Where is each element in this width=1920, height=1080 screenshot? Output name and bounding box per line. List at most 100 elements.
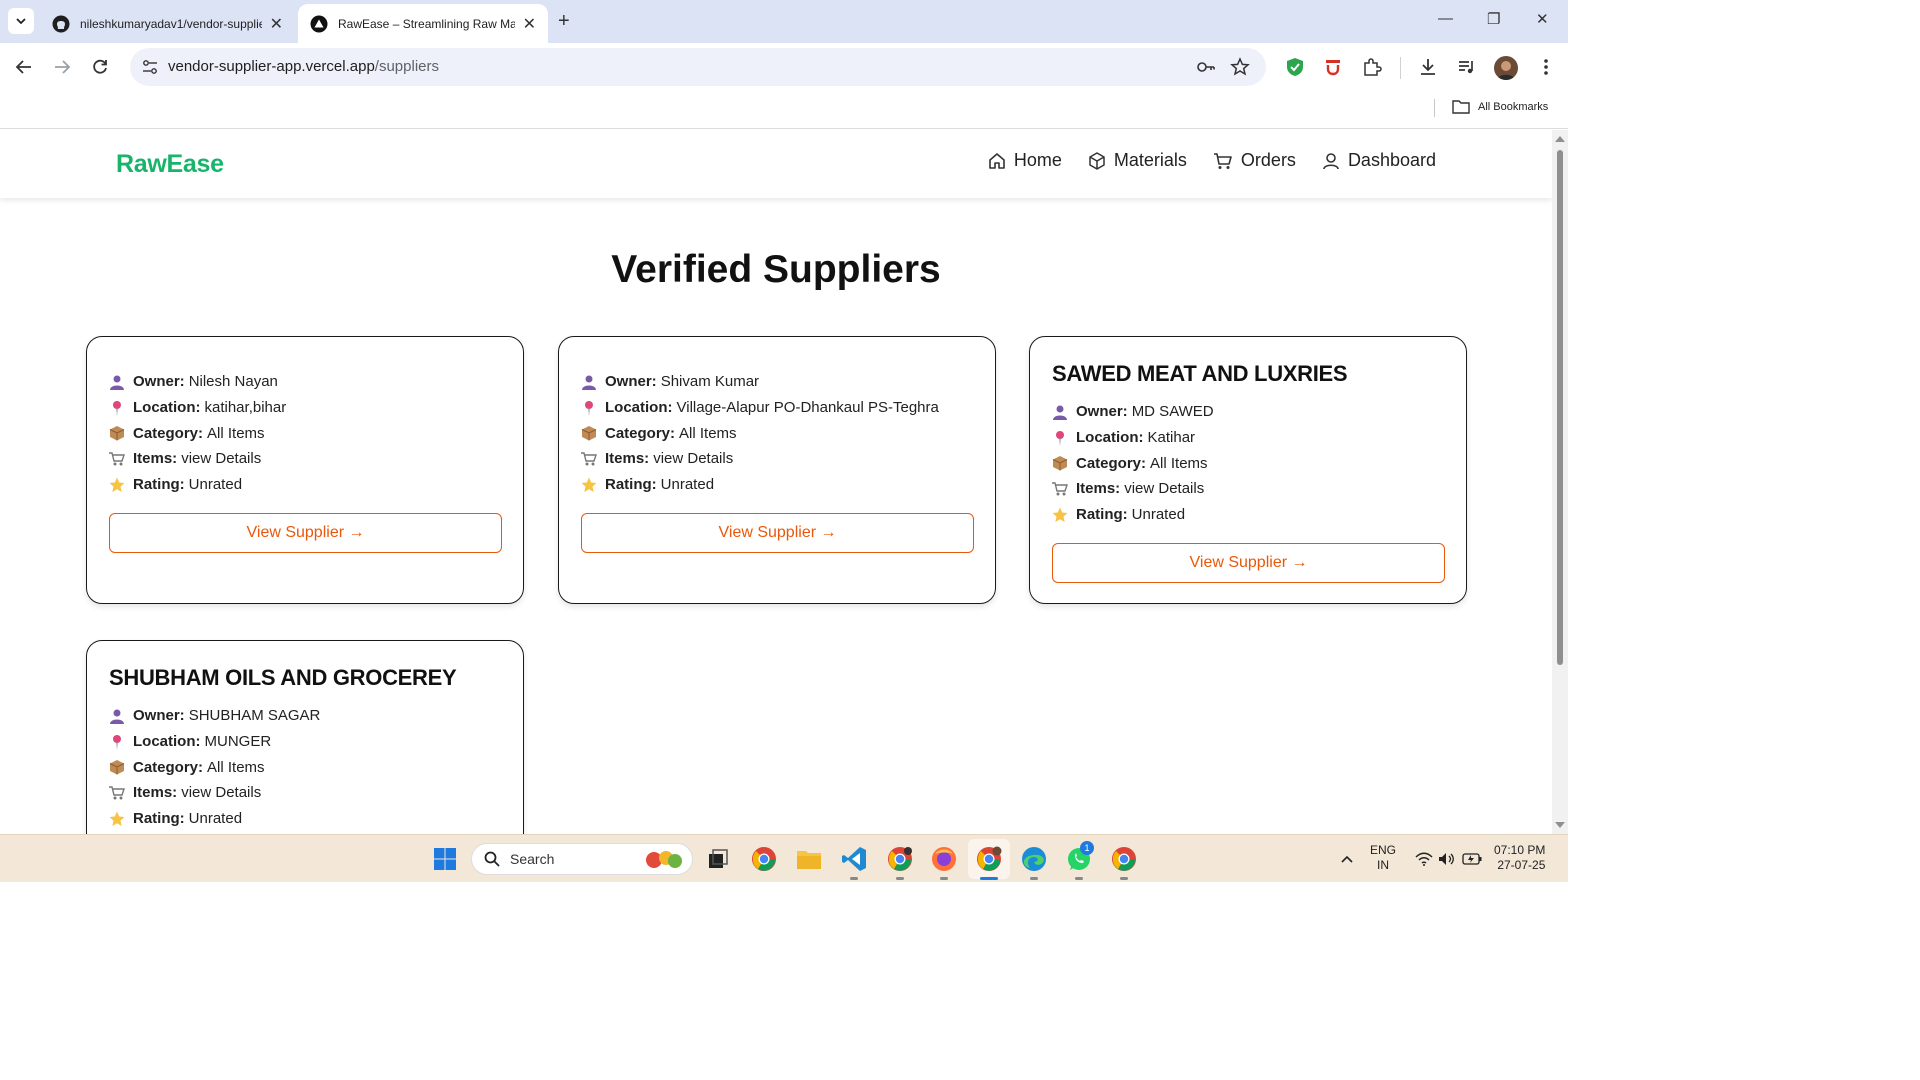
window-close-icon[interactable]: ✕ xyxy=(1536,10,1549,28)
file-explorer-icon[interactable] xyxy=(795,845,823,873)
taskbar-search[interactable]: Search xyxy=(471,843,693,875)
rating-star-icon xyxy=(109,477,125,493)
rating-label: Rating: xyxy=(1076,506,1128,524)
site-settings-icon[interactable] xyxy=(140,57,160,77)
running-indicator xyxy=(896,877,904,880)
user-icon xyxy=(1323,152,1339,169)
category-row: Category: All Items xyxy=(109,420,286,446)
page-scrollbar[interactable] xyxy=(1552,130,1568,834)
vscode-icon[interactable] xyxy=(840,845,868,873)
rating-row: Rating: Unrated xyxy=(1052,502,1214,528)
nav-materials[interactable]: Materials xyxy=(1088,150,1187,171)
key-icon[interactable] xyxy=(1196,57,1216,77)
tab-search-button[interactable] xyxy=(8,8,34,34)
pin-icon xyxy=(109,400,125,416)
category-row: Category: All Items xyxy=(109,754,320,780)
running-indicator xyxy=(1030,877,1038,880)
language-indicator[interactable]: ENG IN xyxy=(1370,843,1396,873)
running-indicator xyxy=(940,877,948,880)
trolley-icon xyxy=(581,451,597,467)
close-icon[interactable]: ✕ xyxy=(523,14,536,34)
volume-icon[interactable] xyxy=(1433,845,1461,873)
location-label: Location: xyxy=(133,733,201,751)
view-supplier-button[interactable]: View Supplier → xyxy=(109,513,502,553)
owner-value: SHUBHAM SAGAR xyxy=(188,707,321,725)
supplier-name: SAWED MEAT AND LUXRIES xyxy=(1052,361,1348,386)
windows-start-icon[interactable] xyxy=(431,845,459,873)
restore-icon[interactable]: ❐ xyxy=(1487,10,1500,28)
tab-strip: nileshkumaryadav1/vendor-supplie ✕ RawEa… xyxy=(0,0,1568,43)
trolley-icon xyxy=(109,785,125,801)
star-icon[interactable] xyxy=(1230,57,1250,77)
tab-title: RawEase – Streamlining Raw Mate xyxy=(338,16,515,31)
package-icon xyxy=(109,425,125,441)
rating-value: Unrated xyxy=(1131,506,1186,524)
rating-value: Unrated xyxy=(188,476,243,494)
chrome-alt-icon[interactable] xyxy=(1110,845,1138,873)
task-view-icon[interactable] xyxy=(704,845,732,873)
items-label: Items: xyxy=(1076,480,1121,498)
address-bar[interactable]: vendor-supplier-app.vercel.app/suppliers xyxy=(130,48,1266,86)
owner-label: Owner: xyxy=(133,373,185,391)
items-label: Items: xyxy=(605,450,650,468)
clock[interactable]: 07:10 PM 27-07-25 xyxy=(1494,843,1545,873)
items-label: Items: xyxy=(133,450,178,468)
media-icon[interactable] xyxy=(1456,56,1478,78)
taskbar-search-label: Search xyxy=(510,851,555,867)
owner-value: Shivam Kumar xyxy=(660,373,760,391)
view-supplier-button[interactable]: View Supplier → xyxy=(581,513,974,553)
chrome-active-icon[interactable] xyxy=(975,845,1003,873)
close-icon[interactable]: ✕ xyxy=(270,14,283,34)
search-highlight-icon xyxy=(642,848,684,875)
all-bookmarks-button[interactable]: All Bookmarks xyxy=(1452,99,1548,115)
rating-value: Unrated xyxy=(188,810,243,828)
rating-label: Rating: xyxy=(133,476,185,494)
cart-icon xyxy=(1213,152,1232,169)
menu-dots-icon[interactable] xyxy=(1535,56,1557,78)
nav-orders[interactable]: Orders xyxy=(1213,150,1296,171)
items-value: view Details xyxy=(181,450,262,468)
view-supplier-button[interactable]: View Supplier → xyxy=(1052,543,1445,583)
location-row: Location: katihar,bihar xyxy=(109,395,286,421)
category-label: Category: xyxy=(605,424,676,442)
tab-github[interactable]: nileshkumaryadav1/vendor-supplie ✕ xyxy=(40,4,295,43)
extensions-icon[interactable] xyxy=(1361,56,1383,78)
tab-rawease[interactable]: RawEase – Streamlining Raw Mate ✕ xyxy=(298,4,548,43)
supplier-card: SHUBHAM OILS AND GROCEREY Owner: SHUBHAM … xyxy=(86,640,524,834)
back-icon[interactable] xyxy=(12,55,36,79)
category-value: All Items xyxy=(207,758,265,776)
site-logo[interactable]: RawEase xyxy=(116,150,224,179)
profile-avatar[interactable] xyxy=(1494,56,1518,80)
items-row: Items: view Details xyxy=(109,780,320,806)
rating-label: Rating: xyxy=(605,476,657,494)
nav-home[interactable]: Home xyxy=(988,150,1062,171)
page-title: Verified Suppliers xyxy=(611,248,941,291)
home-icon xyxy=(989,152,1005,169)
rating-label: Rating: xyxy=(133,810,185,828)
box-icon xyxy=(1089,151,1105,170)
scroll-up-arrow[interactable] xyxy=(1555,136,1565,142)
chevron-up-icon[interactable] xyxy=(1333,845,1361,873)
clock-date: 27-07-25 xyxy=(1497,858,1546,872)
forward-icon[interactable] xyxy=(50,55,74,79)
shield-extension-icon[interactable] xyxy=(1284,56,1306,78)
battery-icon[interactable] xyxy=(1458,845,1486,873)
minimize-icon[interactable]: — xyxy=(1438,10,1453,27)
reload-icon[interactable] xyxy=(88,55,112,79)
download-icon[interactable] xyxy=(1417,56,1439,78)
toolbar-divider xyxy=(1400,57,1401,79)
clipper-extension-icon[interactable] xyxy=(1322,56,1344,78)
nav-dashboard[interactable]: Dashboard xyxy=(1322,150,1436,171)
chrome-icon[interactable] xyxy=(750,845,778,873)
site-header: RawEase Home Materials Orders Dashboard xyxy=(0,130,1552,198)
supplier-card: SAWED MEAT AND LUXRIES Owner: MD SAWED Lo… xyxy=(1029,336,1467,604)
firefox-icon[interactable] xyxy=(930,845,958,873)
location-label: Location: xyxy=(605,399,673,417)
chrome-profile-icon[interactable] xyxy=(886,845,914,873)
lang-top: ENG xyxy=(1370,843,1397,857)
scroll-down-arrow[interactable] xyxy=(1555,822,1565,828)
location-value: MUNGER xyxy=(204,733,272,751)
plus-icon[interactable]: + xyxy=(558,10,570,33)
scroll-thumb[interactable] xyxy=(1557,150,1563,665)
edge-icon[interactable] xyxy=(1020,845,1048,873)
